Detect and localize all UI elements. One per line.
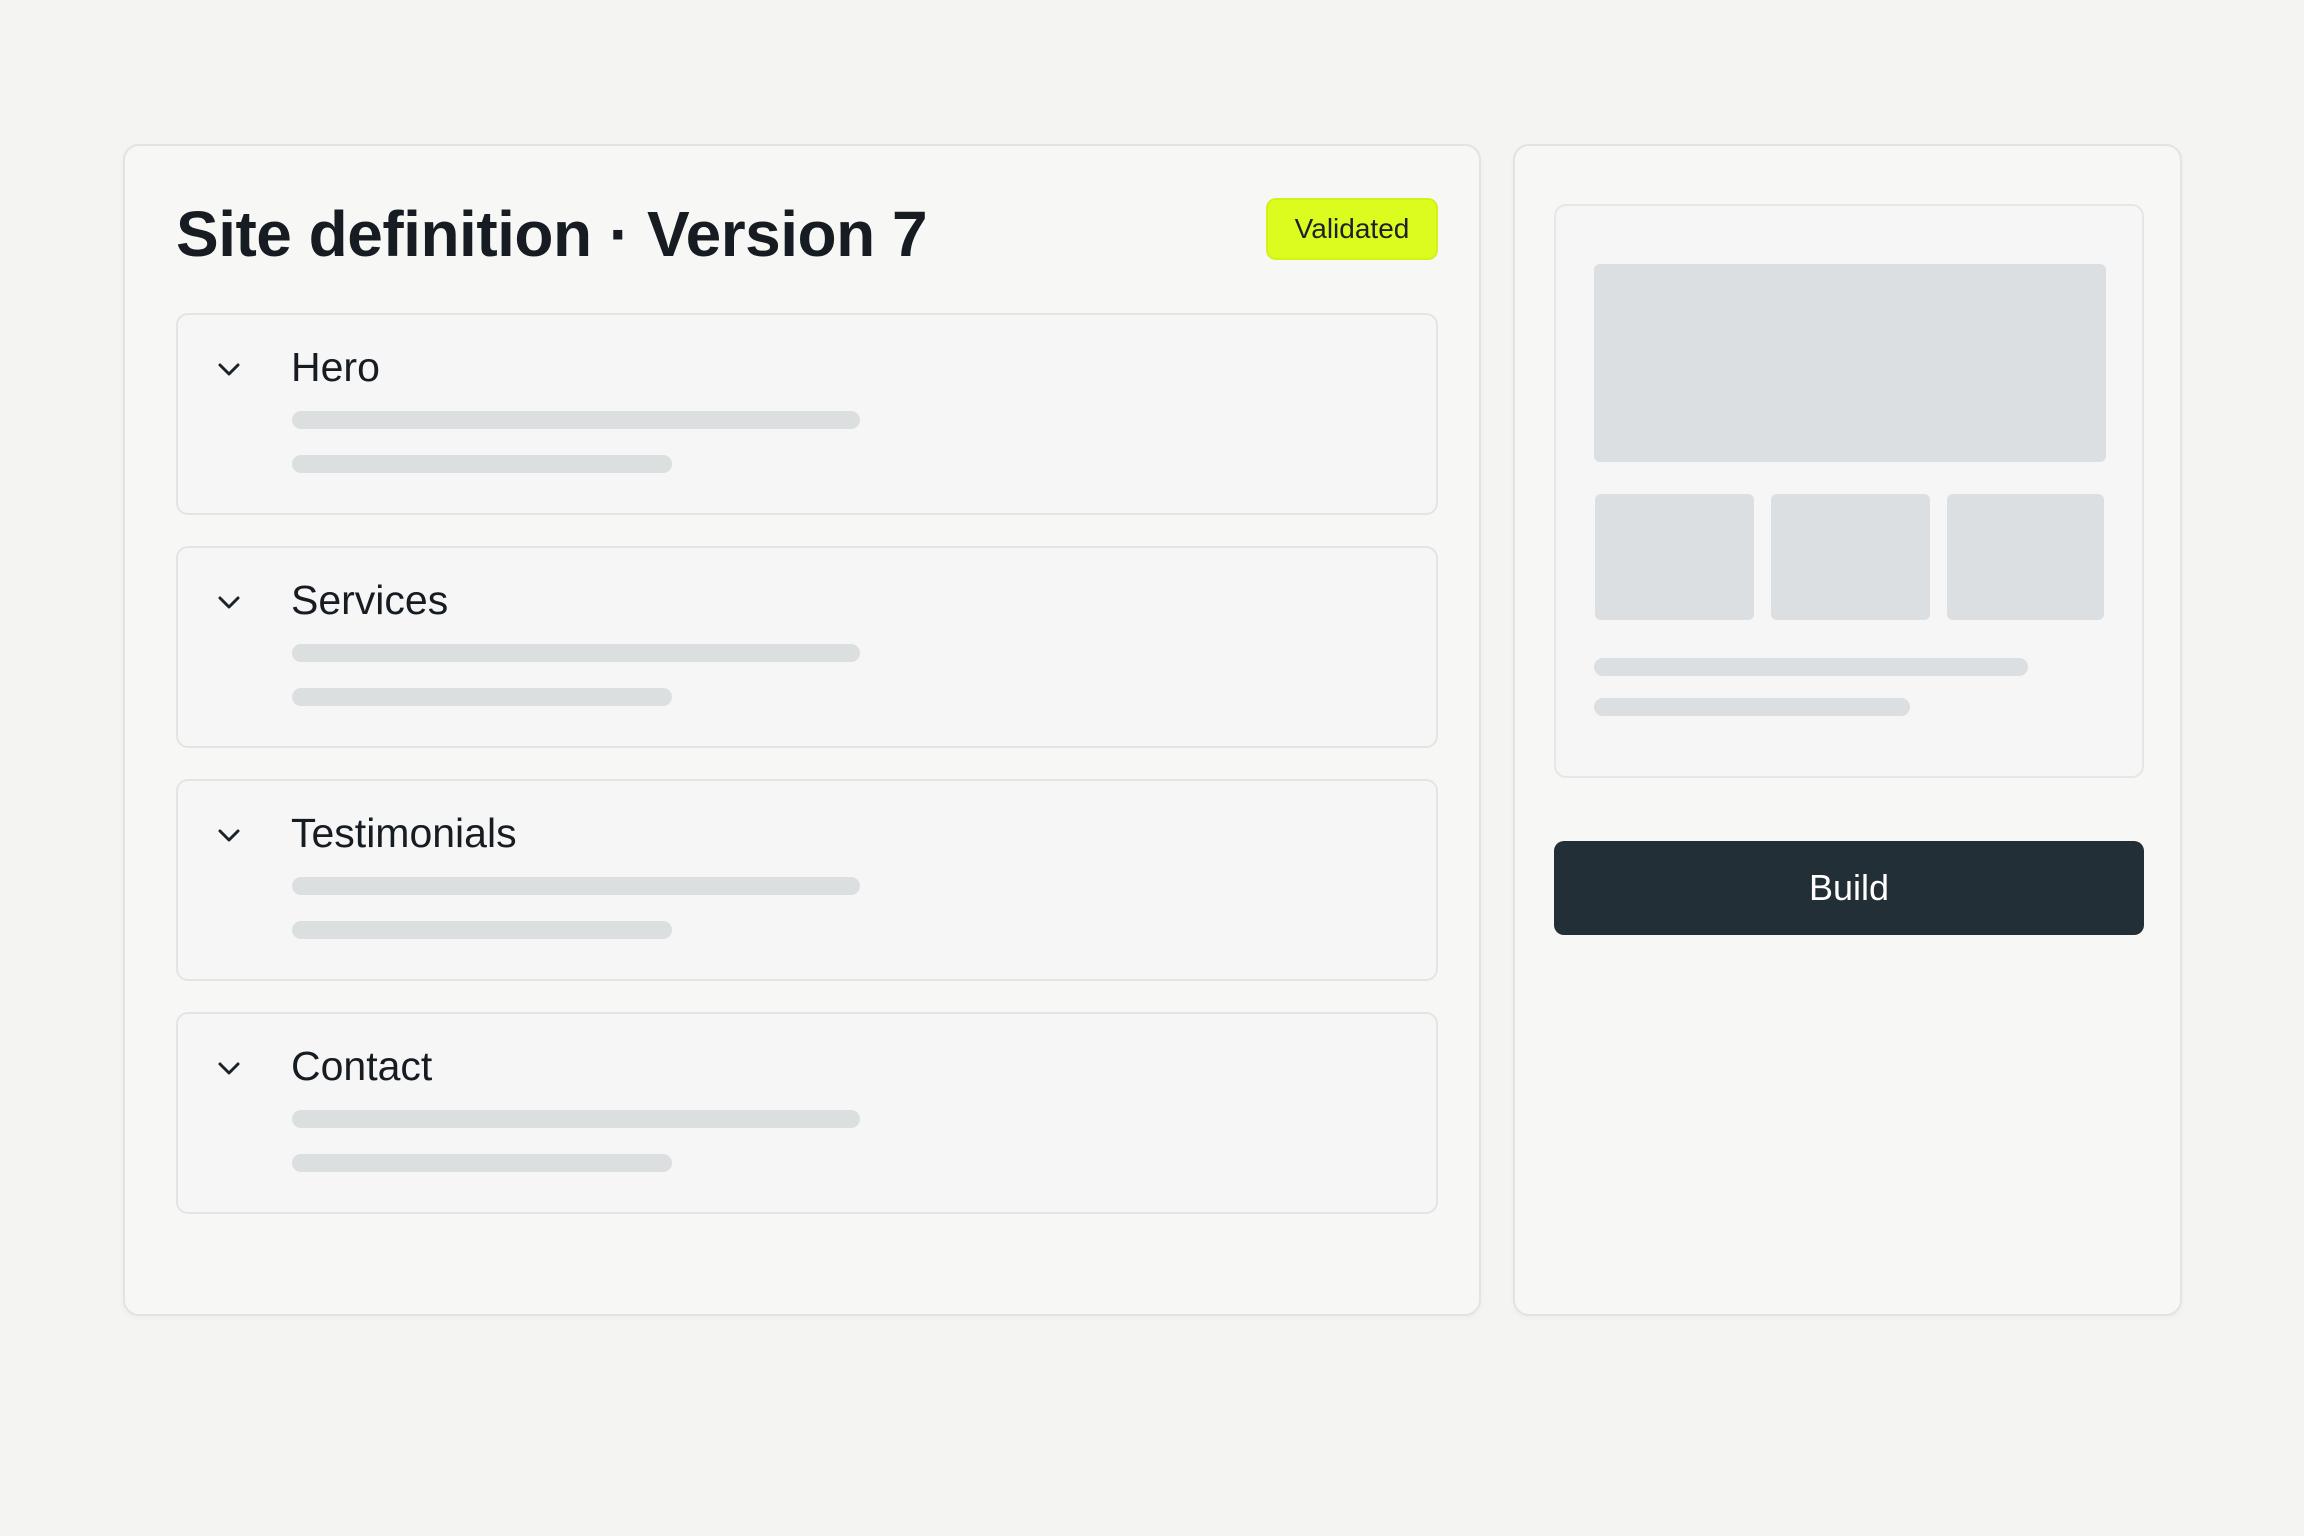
preview-hero-placeholder — [1594, 264, 2106, 462]
section-card-contact[interactable]: Contact — [176, 1012, 1438, 1214]
build-button[interactable]: Build — [1554, 841, 2144, 935]
preview-tile-placeholder — [1947, 494, 2104, 620]
content-placeholder-line — [292, 644, 860, 662]
content-placeholder-line — [292, 1154, 672, 1172]
page-title: Site definition · Version 7 — [176, 198, 928, 270]
chevron-down-icon[interactable] — [214, 821, 244, 851]
content-placeholder-line — [292, 411, 860, 429]
section-card-testimonials[interactable]: Testimonials — [176, 779, 1438, 981]
section-card-services[interactable]: Services — [176, 546, 1438, 748]
chevron-down-icon[interactable] — [214, 588, 244, 618]
section-title: Contact — [291, 1043, 433, 1089]
preview-text-placeholder — [1594, 698, 1910, 716]
section-title: Hero — [291, 344, 380, 390]
chevron-down-icon[interactable] — [214, 355, 244, 385]
site-definition-panel: Site definition · Version 7 Validated He… — [123, 144, 1481, 1316]
preview-tile-placeholder — [1771, 494, 1930, 620]
section-list: Hero Services Testimonials Contact — [176, 313, 1438, 1245]
preview-panel: Build — [1513, 144, 2182, 1316]
content-placeholder-line — [292, 921, 672, 939]
section-card-hero[interactable]: Hero — [176, 313, 1438, 515]
content-placeholder-line — [292, 455, 672, 473]
content-placeholder-line — [292, 1110, 860, 1128]
content-placeholder-line — [292, 877, 860, 895]
status-badge: Validated — [1266, 198, 1438, 260]
preview-text-placeholder — [1594, 658, 2028, 676]
content-placeholder-line — [292, 688, 672, 706]
preview-tile-placeholder — [1595, 494, 1754, 620]
section-title: Testimonials — [291, 810, 517, 856]
chevron-down-icon[interactable] — [214, 1054, 244, 1084]
section-title: Services — [291, 577, 449, 623]
site-preview — [1554, 204, 2144, 778]
